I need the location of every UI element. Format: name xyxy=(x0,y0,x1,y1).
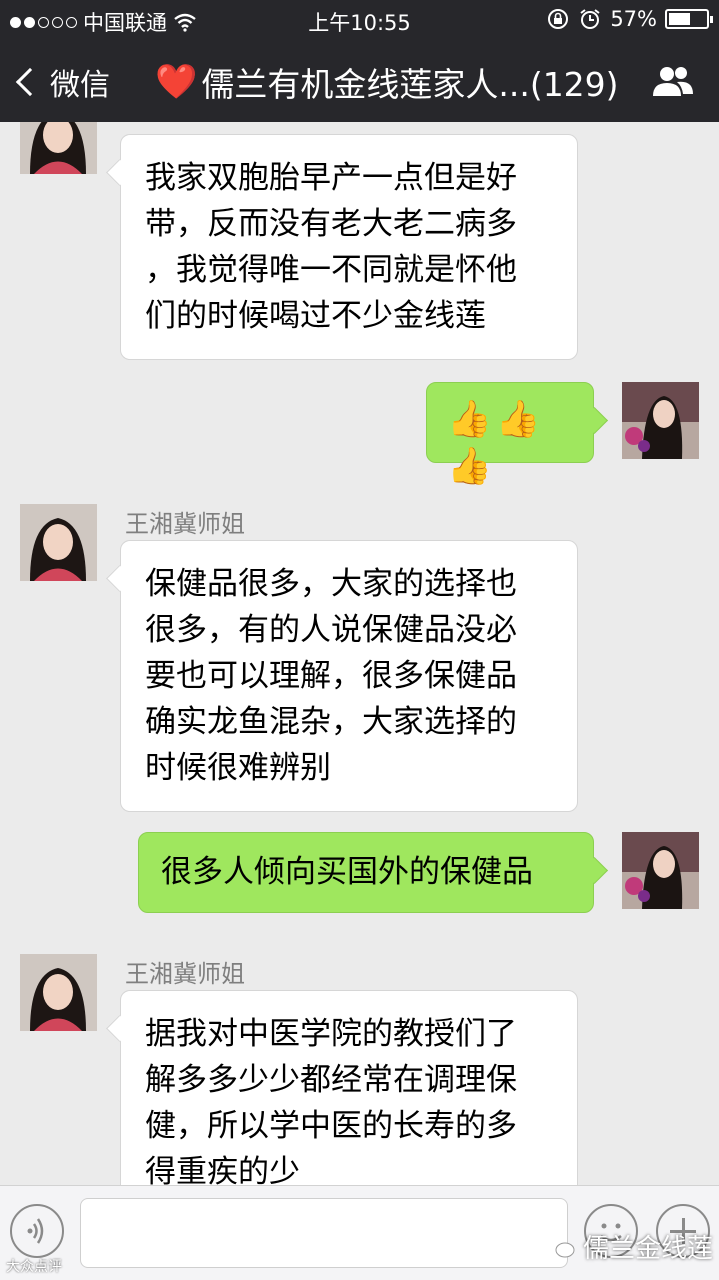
wechat-logo-icon xyxy=(546,1235,575,1257)
message-bubble-incoming[interactable]: 保健品很多，大家的选择也 很多，有的人说保健品没必 要也可以理解，很多保健品 确… xyxy=(120,540,578,812)
avatar[interactable] xyxy=(20,504,97,581)
sender-name: 王湘冀师姐 xyxy=(125,960,245,988)
message-line: 保健品很多，大家的选择也 xyxy=(145,566,517,602)
avatar[interactable] xyxy=(20,954,97,1031)
watermark-text: 儒兰金线莲 xyxy=(583,1234,714,1264)
message-line: 确实龙鱼混杂，大家选择的 xyxy=(145,704,517,740)
sender-name: 王湘冀师姐 xyxy=(125,510,245,538)
message-line: 据我对中医学院的教授们了 xyxy=(145,1016,517,1052)
message-bubble-outgoing[interactable]: 👍👍👍 xyxy=(426,382,594,487)
chat-title: ❤️ 儒兰有机金线莲家人...(129) xyxy=(155,58,619,106)
voice-input-button[interactable] xyxy=(10,1204,64,1258)
battery-percent: 57% xyxy=(610,7,657,31)
message-bubble-outgoing[interactable]: 很多人倾向买国外的保健品 xyxy=(138,832,594,913)
message-line: 带，反而没有老大老二病多 xyxy=(145,206,517,242)
group-members-icon[interactable] xyxy=(651,64,695,98)
message-line: 得重疾的少 xyxy=(145,1154,300,1185)
status-right: 57% xyxy=(546,7,713,31)
message-line: 们的时候喝过不少金线莲 xyxy=(145,298,486,334)
avatar[interactable] xyxy=(20,122,97,174)
wechat-account-watermark: 儒兰金线莲 xyxy=(545,1228,713,1265)
chat-header: 微信 ❤️ 儒兰有机金线莲家人...(129) xyxy=(0,40,719,122)
heart-icon: ❤️ xyxy=(155,62,198,102)
battery-icon xyxy=(665,9,713,29)
thumbs-up-emoji: 👍👍👍 xyxy=(447,399,545,487)
chevron-left-icon xyxy=(15,67,45,97)
voice-icon xyxy=(27,1218,44,1244)
message-input[interactable] xyxy=(80,1198,568,1268)
status-bar: 中国联通 上午10:55 57% xyxy=(0,0,719,40)
chat-title-text: 儒兰有机金线莲家人...(129) xyxy=(201,65,619,104)
corner-watermark: 大众点评 xyxy=(6,1259,62,1275)
message-line: 时候很难辨别 xyxy=(145,750,331,786)
message-text: 很多人倾向买国外的保健品 xyxy=(161,854,533,890)
message-line: ，我觉得唯一不同就是怀他 xyxy=(145,252,517,288)
avatar[interactable] xyxy=(622,832,699,909)
back-button[interactable]: 微信 xyxy=(15,60,110,104)
chat-message-list[interactable]: 我家双胞胎早产一点但是好 带，反而没有老大老二病多 ，我觉得唯一不同就是怀他 们… xyxy=(0,122,719,1185)
message-line: 我家双胞胎早产一点但是好 xyxy=(145,160,517,196)
battery-fill xyxy=(669,13,690,25)
message-line: 解多多少少都经常在调理保 xyxy=(145,1062,517,1098)
avatar[interactable] xyxy=(622,382,699,459)
rotation-lock-icon xyxy=(548,9,569,29)
message-bubble-incoming[interactable]: 我家双胞胎早产一点但是好 带，反而没有老大老二病多 ，我觉得唯一不同就是怀他 们… xyxy=(120,134,578,360)
message-line: 健，所以学中医的长寿的多 xyxy=(145,1108,517,1144)
message-line: 要也可以理解，很多保健品 xyxy=(145,658,517,694)
back-label: 微信 xyxy=(50,68,110,103)
message-line: 很多，有的人说保健品没必 xyxy=(145,612,517,648)
alarm-icon xyxy=(580,9,600,29)
message-bubble-incoming[interactable]: 据我对中医学院的教授们了 解多多少少都经常在调理保 健，所以学中医的长寿的多 得… xyxy=(120,990,578,1185)
